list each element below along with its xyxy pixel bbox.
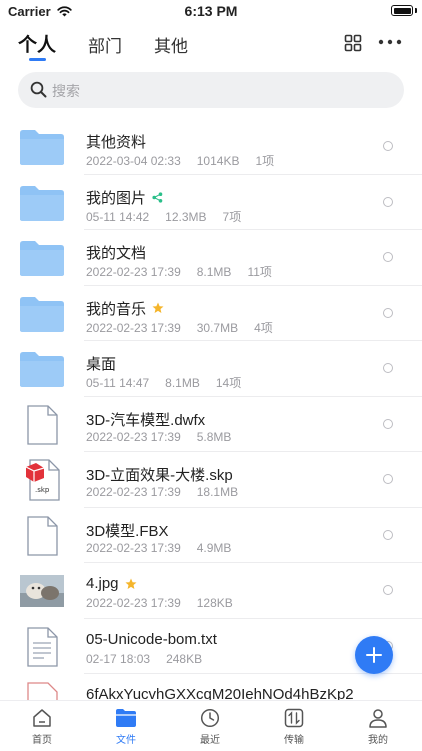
list-item[interactable]: 3D-汽车模型.dwfx 2022-02-23 17:39 5.8MB xyxy=(0,397,422,452)
top-navigation: 个人 部门 其他 xyxy=(0,26,422,66)
search-icon xyxy=(30,81,47,98)
transfer-icon xyxy=(284,708,304,728)
list-item[interactable]: 其他资料 2022-03-04 02:33 1014KB 1项 xyxy=(0,119,422,175)
select-radio[interactable] xyxy=(383,474,393,484)
document-icon xyxy=(18,404,66,446)
list-item[interactable]: 4.jpg 2022-02-23 17:39 128KB xyxy=(0,563,422,619)
bottom-tab-bar: 首页 文件 最近 传输 我的 xyxy=(0,700,422,751)
clock-icon xyxy=(200,708,220,728)
tab-home[interactable]: 首页 xyxy=(12,708,72,746)
tab-department[interactable]: 部门 xyxy=(88,32,122,57)
document-icon xyxy=(18,515,66,557)
file-meta: 2022-02-23 17:39 5.8MB xyxy=(86,429,232,444)
select-radio[interactable] xyxy=(383,363,393,373)
folder-icon xyxy=(116,709,136,727)
select-radio[interactable] xyxy=(383,141,393,151)
file-meta: 05-11 14:47 8.1MB 14项 xyxy=(86,376,242,390)
tab-profile[interactable]: 我的 xyxy=(348,708,408,746)
select-radio[interactable] xyxy=(383,252,393,262)
tab-recent[interactable]: 最近 xyxy=(180,708,240,746)
file-meta: 2022-02-23 17:39 128KB xyxy=(86,596,233,610)
status-time: 6:13 PM xyxy=(184,3,238,19)
tab-files[interactable]: 文件 xyxy=(96,708,156,746)
select-radio[interactable] xyxy=(383,196,393,207)
list-item[interactable]: 桌面 05-11 14:47 8.1MB 14项 xyxy=(0,341,422,397)
list-item[interactable]: 我的文档 2022-02-23 17:39 8.1MB 11项 xyxy=(0,230,422,286)
skp-file-icon: .skp xyxy=(18,459,66,501)
status-bar: Carrier 6:13 PM xyxy=(0,0,422,24)
user-icon xyxy=(369,709,387,728)
folder-icon xyxy=(18,293,66,335)
file-meta: 05-11 14:42 12.3MB 7项 xyxy=(86,209,242,224)
file-name: 我的文档 xyxy=(86,245,147,262)
file-meta: 2022-02-23 17:39 4.9MB xyxy=(86,540,232,555)
file-name: 桌面 xyxy=(86,356,117,373)
search-input[interactable] xyxy=(50,79,384,103)
file-name: 我的音乐 xyxy=(86,298,164,319)
home-icon xyxy=(33,709,51,727)
tab-transfer[interactable]: 传输 xyxy=(264,708,324,746)
image-thumbnail xyxy=(18,570,66,612)
folder-icon xyxy=(18,237,66,279)
tab-other[interactable]: 其他 xyxy=(154,32,188,57)
star-icon xyxy=(152,302,164,313)
share-icon xyxy=(152,191,163,203)
add-button[interactable] xyxy=(355,636,393,674)
file-name: 05-Unicode-bom.txt xyxy=(86,630,217,648)
tab-personal[interactable]: 个人 xyxy=(18,30,56,57)
battery-tip xyxy=(415,8,417,13)
list-item[interactable]: 6fAkxYucvhGXXcqM20IehNOd4hBzKp2 xyxy=(0,674,422,700)
list-item[interactable]: 3D模型.FBX 2022-02-23 17:39 4.9MB xyxy=(0,508,422,563)
active-tab-indicator xyxy=(29,58,46,61)
search-bar[interactable] xyxy=(18,72,404,108)
select-radio[interactable] xyxy=(383,585,393,595)
document-icon xyxy=(18,681,66,700)
file-meta: 2022-02-23 17:39 8.1MB 11项 xyxy=(86,265,272,279)
file-name: 其他资料 xyxy=(86,134,147,151)
folder-icon xyxy=(18,182,66,224)
file-meta: 02-17 18:03 248KB xyxy=(86,651,203,666)
file-meta: 2022-02-23 17:39 18.1MB xyxy=(86,485,239,499)
star-icon xyxy=(125,578,137,589)
select-radio[interactable] xyxy=(383,418,393,429)
svg-text:.skp: .skp xyxy=(35,486,50,494)
list-item[interactable]: 我的图片 05-11 14:42 12.3MB 7项 xyxy=(0,175,422,230)
file-name: 我的图片 xyxy=(86,187,163,208)
file-name: 3D模型.FBX xyxy=(86,522,169,540)
select-radio[interactable] xyxy=(383,529,393,540)
file-name: 6fAkxYucvhGXXcqM20IehNOd4hBzKp2 xyxy=(86,686,354,700)
folder-icon xyxy=(18,348,66,390)
file-name: 4.jpg xyxy=(86,575,137,592)
battery-icon xyxy=(391,5,413,16)
file-name: 3D-汽车模型.dwfx xyxy=(86,411,206,429)
file-meta: 2022-03-04 02:33 1014KB 1项 xyxy=(86,154,275,168)
file-name: 3D-立面效果-大楼.skp xyxy=(86,467,233,484)
more-icon[interactable] xyxy=(378,39,402,45)
file-meta: 2022-02-23 17:39 30.7MB 4项 xyxy=(86,320,273,335)
folder-icon xyxy=(18,126,66,168)
select-radio[interactable] xyxy=(383,307,393,318)
file-list: 其他资料 2022-03-04 02:33 1014KB 1项 我的图片 05-11… xyxy=(0,119,422,700)
text-file-icon xyxy=(18,626,66,668)
grid-view-icon[interactable] xyxy=(344,34,362,52)
list-item[interactable]: .skp 3D-立面效果-大楼.skp 2022-02-23 17:39 18.1… xyxy=(0,452,422,508)
list-item[interactable]: 我的音乐 2022-02-23 17:39 30.7MB 4项 xyxy=(0,286,422,341)
